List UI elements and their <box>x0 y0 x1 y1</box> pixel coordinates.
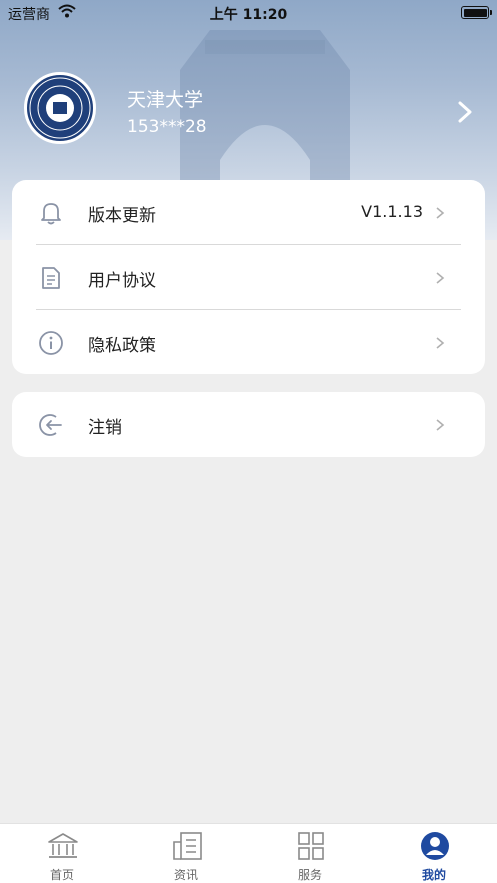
logout-card: 注销 <box>12 392 485 457</box>
menu-item-user-agreement[interactable]: 用户协议 <box>12 245 485 310</box>
chevron-right-icon <box>436 207 445 219</box>
tab-label: 首页 <box>49 868 74 882</box>
menu-item-label: 隐私政策 <box>88 336 156 356</box>
profile-name[interactable]: 天津大学 <box>127 85 203 112</box>
tab-news[interactable]: 资讯 <box>124 824 248 883</box>
profile-phone: 153***28 <box>127 117 207 137</box>
chevron-right-icon <box>436 419 445 431</box>
tab-label: 服务 <box>297 868 322 882</box>
menu-item-version-update[interactable]: 版本更新 V1.1.13 <box>12 180 485 245</box>
settings-card: 版本更新 V1.1.13 用户协议 隐私政策 <box>12 180 485 374</box>
tab-label: 资讯 <box>173 868 198 882</box>
menu-item-label: 注销 <box>88 418 122 438</box>
status-time: 上午 11:20 <box>209 7 288 23</box>
menu-item-label: 版本更新 <box>88 206 156 226</box>
home-icon <box>48 833 78 858</box>
tab-home[interactable]: 首页 <box>0 824 124 883</box>
menu-item-logout[interactable]: 注销 <box>12 392 485 457</box>
grid-icon <box>298 832 324 860</box>
status-bar: 运营商 上午 11:20 <box>0 0 497 26</box>
seal-icon <box>29 77 91 139</box>
menu-item-privacy-policy[interactable]: 隐私政策 <box>12 310 485 375</box>
tab-services[interactable]: 服务 <box>248 824 372 883</box>
tab-mine[interactable]: 我的 <box>372 824 496 883</box>
version-value: V1.1.13 <box>361 202 423 221</box>
chevron-right-icon <box>436 337 445 349</box>
tab-label: 我的 <box>421 868 446 882</box>
menu-item-label: 用户协议 <box>88 271 156 291</box>
info-icon <box>39 331 63 355</box>
chevron-right-icon[interactable] <box>455 100 475 124</box>
logout-icon <box>39 414 62 436</box>
tab-bar: 首页 资讯 服务 我的 <box>0 823 497 883</box>
news-icon <box>173 832 202 860</box>
battery-icon <box>461 6 492 19</box>
document-icon <box>42 267 60 289</box>
chevron-right-icon <box>436 272 445 284</box>
user-icon <box>421 832 449 860</box>
bell-icon <box>41 203 61 225</box>
university-logo-avatar[interactable] <box>24 72 96 144</box>
